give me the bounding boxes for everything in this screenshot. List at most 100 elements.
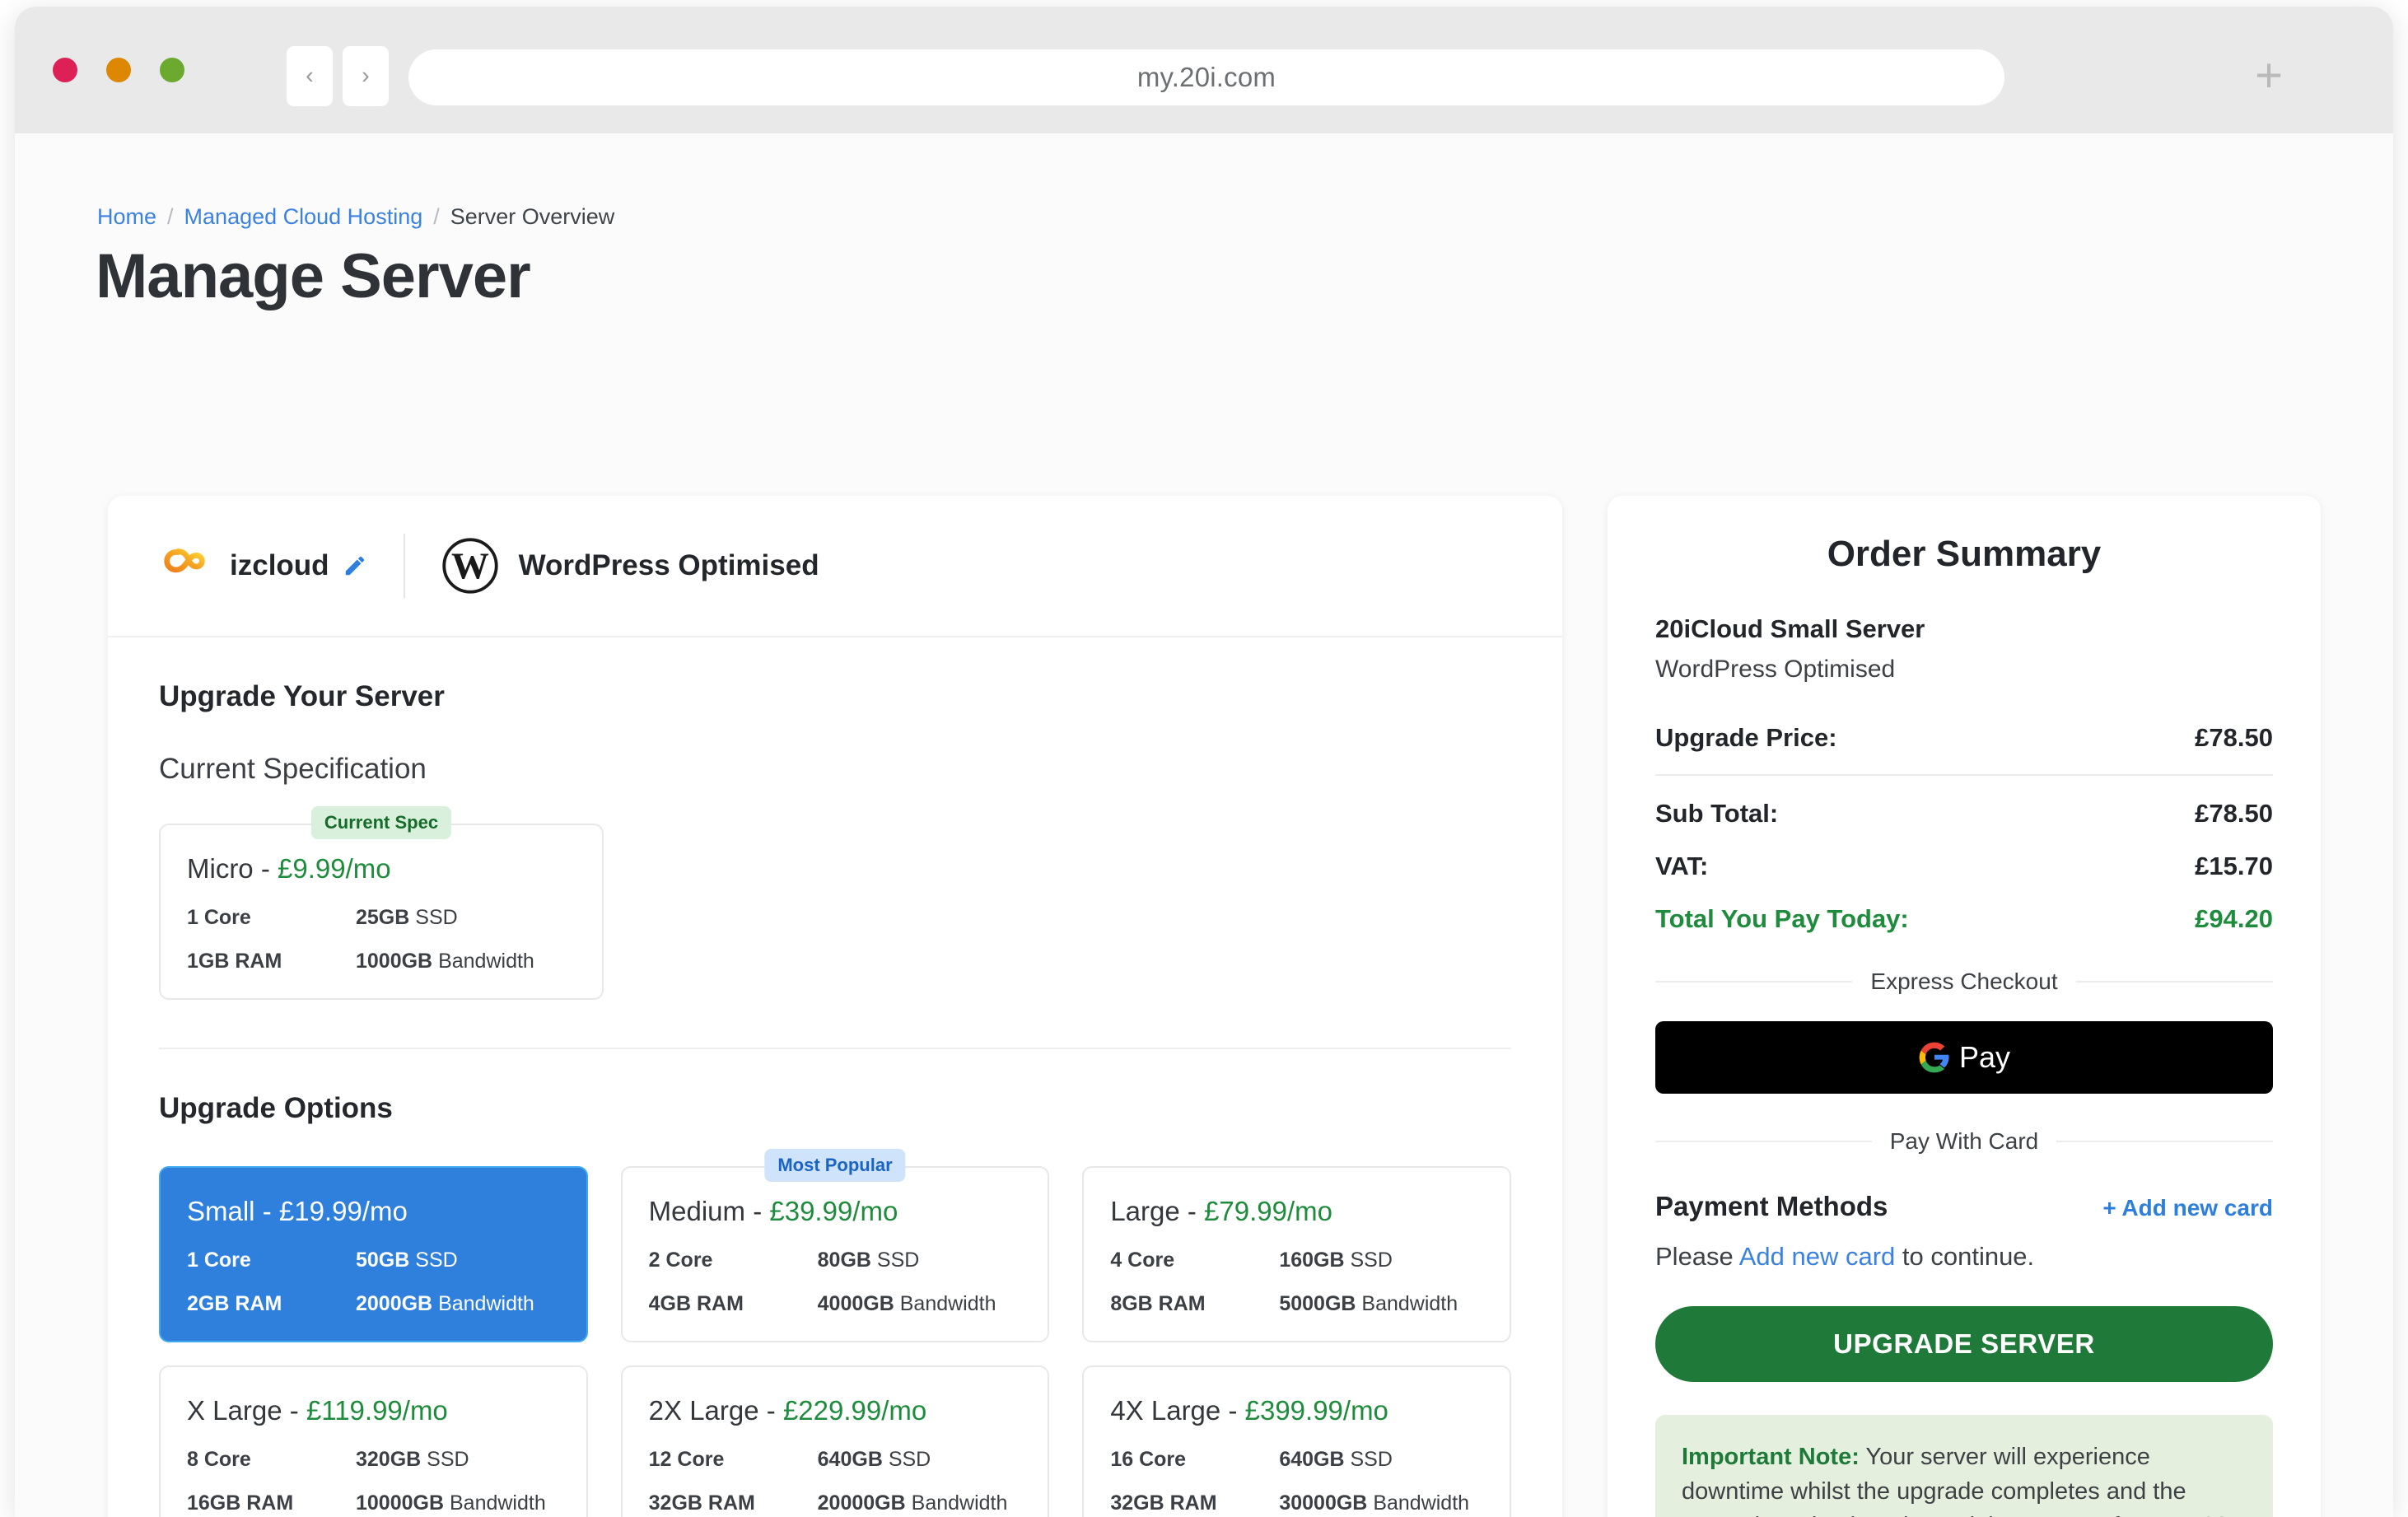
payment-methods-label: Payment Methods	[1655, 1191, 1888, 1221]
current-spec-row-ram: 1GB RAM 1000GB Bandwidth	[187, 950, 576, 973]
upgrade-option-ssd-label: SSD	[1350, 1448, 1393, 1471]
current-spec-price: £9.99/mo	[278, 853, 391, 884]
window-controls	[53, 58, 184, 82]
current-spec-ssd-value: 25GB	[356, 906, 410, 929]
google-g-icon	[1918, 1041, 1951, 1074]
upgrade-option-ssd-label: SSD	[888, 1448, 931, 1471]
order-product-name: 20iCloud Small Server	[1655, 614, 1925, 643]
upgrade-server-card: izcloud W WordPress Optimised Upgrade Yo…	[108, 496, 1562, 1517]
upgrade-option-row-ram: 32GB RAM 30000GB Bandwidth	[1110, 1491, 1483, 1515]
breadcrumb-current: Server Overview	[450, 204, 615, 229]
upgrade-option-dash: -	[1228, 1395, 1238, 1426]
sub-total-row: Sub Total: £78.50	[1655, 799, 2273, 829]
pay-with-card-divider: Pay With Card	[1655, 1128, 2273, 1155]
express-checkout-label: Express Checkout	[1870, 969, 2058, 994]
page-title: Manage Server	[96, 241, 531, 311]
order-product-subtitle: WordPress Optimised	[1655, 656, 1896, 683]
upgrade-option-dash: -	[766, 1395, 776, 1426]
upgrade-option-name: Small	[187, 1196, 255, 1226]
add-new-card-link[interactable]: Add new card	[1739, 1242, 1896, 1271]
current-spec-cores: 1 Core	[187, 906, 251, 929]
upgrade-option-ssd-value: 80GB	[817, 1249, 871, 1272]
total-label: Total You Pay Today:	[1655, 904, 1909, 933]
url-text: my.20i.com	[1136, 62, 1276, 92]
server-card-header: izcloud W WordPress Optimised	[108, 496, 1562, 637]
upgrade-option-title: Large - £79.99/mo	[1110, 1196, 1483, 1227]
upgrade-option-body: 4X Large - £399.99/mo 16 Core 640GB SSD 32G…	[1082, 1365, 1511, 1517]
order-summary-title: Order Summary	[1827, 534, 2102, 574]
payment-methods-note: Please Add new card to continue.	[1655, 1242, 2273, 1272]
upgrade-option-ssd-value: 160GB	[1279, 1249, 1345, 1272]
upgrade-option-ssd-value: 640GB	[1279, 1448, 1345, 1471]
account-name: izcloud	[230, 549, 329, 581]
header-divider	[403, 534, 405, 598]
new-tab-button[interactable]: +	[2243, 52, 2294, 103]
upgrade-server-button[interactable]: UPGRADE SERVER	[1655, 1306, 2273, 1382]
upgrade-option-rows: 16 Core 640GB SSD 32GB RAM 30000GB Bandwidt…	[1110, 1448, 1483, 1515]
upgrade-price-value: £78.50	[2195, 723, 2273, 752]
back-button[interactable]: ‹	[287, 46, 333, 106]
current-spec-dash: -	[260, 853, 270, 884]
upgrade-option-bandwidth-label: Bandwidth	[438, 1292, 534, 1315]
upgrade-option-bandwidth-value: 10000GB	[356, 1491, 445, 1515]
stack-label: WordPress Optimised	[518, 549, 819, 581]
upgrade-option-row-cpu: 4 Core 160GB SSD	[1110, 1249, 1483, 1272]
upgrade-your-server-heading: Upgrade Your Server	[159, 680, 445, 712]
upgrade-option-ram: 8GB RAM	[1110, 1292, 1206, 1315]
upgrade-option-dash: -	[1187, 1196, 1197, 1226]
server-card-body: Upgrade Your Server Current Specificatio…	[108, 637, 1562, 1517]
upgrade-option-bandwidth-value: 5000GB	[1279, 1292, 1356, 1315]
breadcrumb-home[interactable]: Home	[97, 204, 156, 230]
important-note-label: Important Note:	[1682, 1444, 1860, 1470]
upgrade-option-dash: -	[289, 1395, 299, 1426]
forward-button[interactable]: ›	[343, 46, 389, 106]
close-window-button[interactable]	[53, 58, 77, 82]
express-checkout-divider: Express Checkout	[1655, 969, 2273, 995]
upgrade-option-name: Medium	[648, 1196, 746, 1226]
upgrade-option-title: 2X Large - £229.99/mo	[649, 1395, 1022, 1426]
upgrade-option-card[interactable]: 2X Large - £229.99/mo 12 Core 640GB SSD 32G…	[620, 1365, 1050, 1517]
upgrade-option-ssd-label: SSD	[876, 1249, 920, 1272]
vat-value: £15.70	[2195, 852, 2273, 880]
upgrade-option-rows: 12 Core 640GB SSD 32GB RAM 20000GB Bandwidt…	[649, 1448, 1022, 1515]
upgrade-option-ssd-label: SSD	[427, 1448, 469, 1471]
add-new-card-button[interactable]: + Add new card	[2102, 1195, 2273, 1221]
current-specification-heading: Current Specification	[159, 753, 427, 785]
upgrade-option-ssd-label: SSD	[415, 1249, 458, 1272]
upgrade-option-row-cpu: 12 Core 640GB SSD	[649, 1448, 1022, 1472]
vat-label: VAT:	[1655, 852, 1709, 880]
address-bar[interactable]: my.20i.com	[408, 49, 2004, 105]
wordpress-icon: W	[441, 537, 499, 595]
upgrade-option-price: £229.99/mo	[782, 1395, 927, 1426]
current-spec-title: Micro - £9.99/mo	[187, 853, 576, 885]
upgrade-option-card[interactable]: Most Popular Medium - £39.99/mo 2 Core 80GB…	[620, 1149, 1050, 1342]
upgrade-option-card[interactable]: Small - £19.99/mo 1 Core 50GB SSD 2GB RAM 20…	[159, 1166, 588, 1342]
order-summary-panel: Order Summary 20iCloud Small Server Word…	[1608, 496, 2321, 1517]
current-spec-row-cpu: 1 Core 25GB SSD	[187, 906, 576, 930]
upgrade-option-price: £399.99/mo	[1244, 1395, 1388, 1426]
upgrade-option-rows: 2 Core 80GB SSD 4GB RAM 4000GB Bandwidth	[649, 1249, 1022, 1316]
pencil-icon[interactable]	[343, 553, 367, 578]
upgrade-option-price: £119.99/mo	[306, 1395, 448, 1426]
upgrade-option-title: Medium - £39.99/mo	[649, 1196, 1022, 1227]
upgrade-option-title: 4X Large - £399.99/mo	[1110, 1395, 1483, 1426]
minimise-window-button[interactable]	[106, 58, 131, 82]
upgrade-option-cores: 12 Core	[648, 1448, 725, 1471]
current-spec-card: Micro - £9.99/mo 1 Core 25GB SSD 1GB RAM…	[159, 824, 604, 1000]
upgrade-option-card[interactable]: Large - £79.99/mo 4 Core 160GB SSD 8GB RAM 5…	[1082, 1166, 1511, 1342]
google-pay-button[interactable]: Pay	[1655, 1021, 2273, 1094]
upgrade-option-bandwidth-value: 2000GB	[356, 1292, 433, 1315]
svg-text:W: W	[451, 544, 489, 586]
upgrade-option-price: £79.99/mo	[1204, 1196, 1333, 1226]
upgrade-option-card[interactable]: 4X Large - £399.99/mo 16 Core 640GB SSD 32G…	[1082, 1365, 1511, 1517]
upgrade-option-ssd-value: 320GB	[356, 1448, 422, 1471]
upgrade-options-grid: Small - £19.99/mo 1 Core 50GB SSD 2GB RAM 20…	[159, 1149, 1511, 1517]
breadcrumb-managed-cloud-hosting[interactable]: Managed Cloud Hosting	[184, 204, 423, 230]
izcloud-logo-icon	[159, 540, 210, 591]
maximise-window-button[interactable]	[160, 58, 184, 82]
upgrade-option-card[interactable]: X Large - £119.99/mo 8 Core 320GB SSD 16GB …	[159, 1365, 588, 1517]
payment-note-prefix: Please	[1655, 1242, 1739, 1271]
upgrade-option-ram: 16GB RAM	[187, 1491, 294, 1515]
upgrade-option-title: X Large - £119.99/mo	[187, 1395, 560, 1426]
upgrade-option-bandwidth-label: Bandwidth	[1361, 1292, 1458, 1315]
